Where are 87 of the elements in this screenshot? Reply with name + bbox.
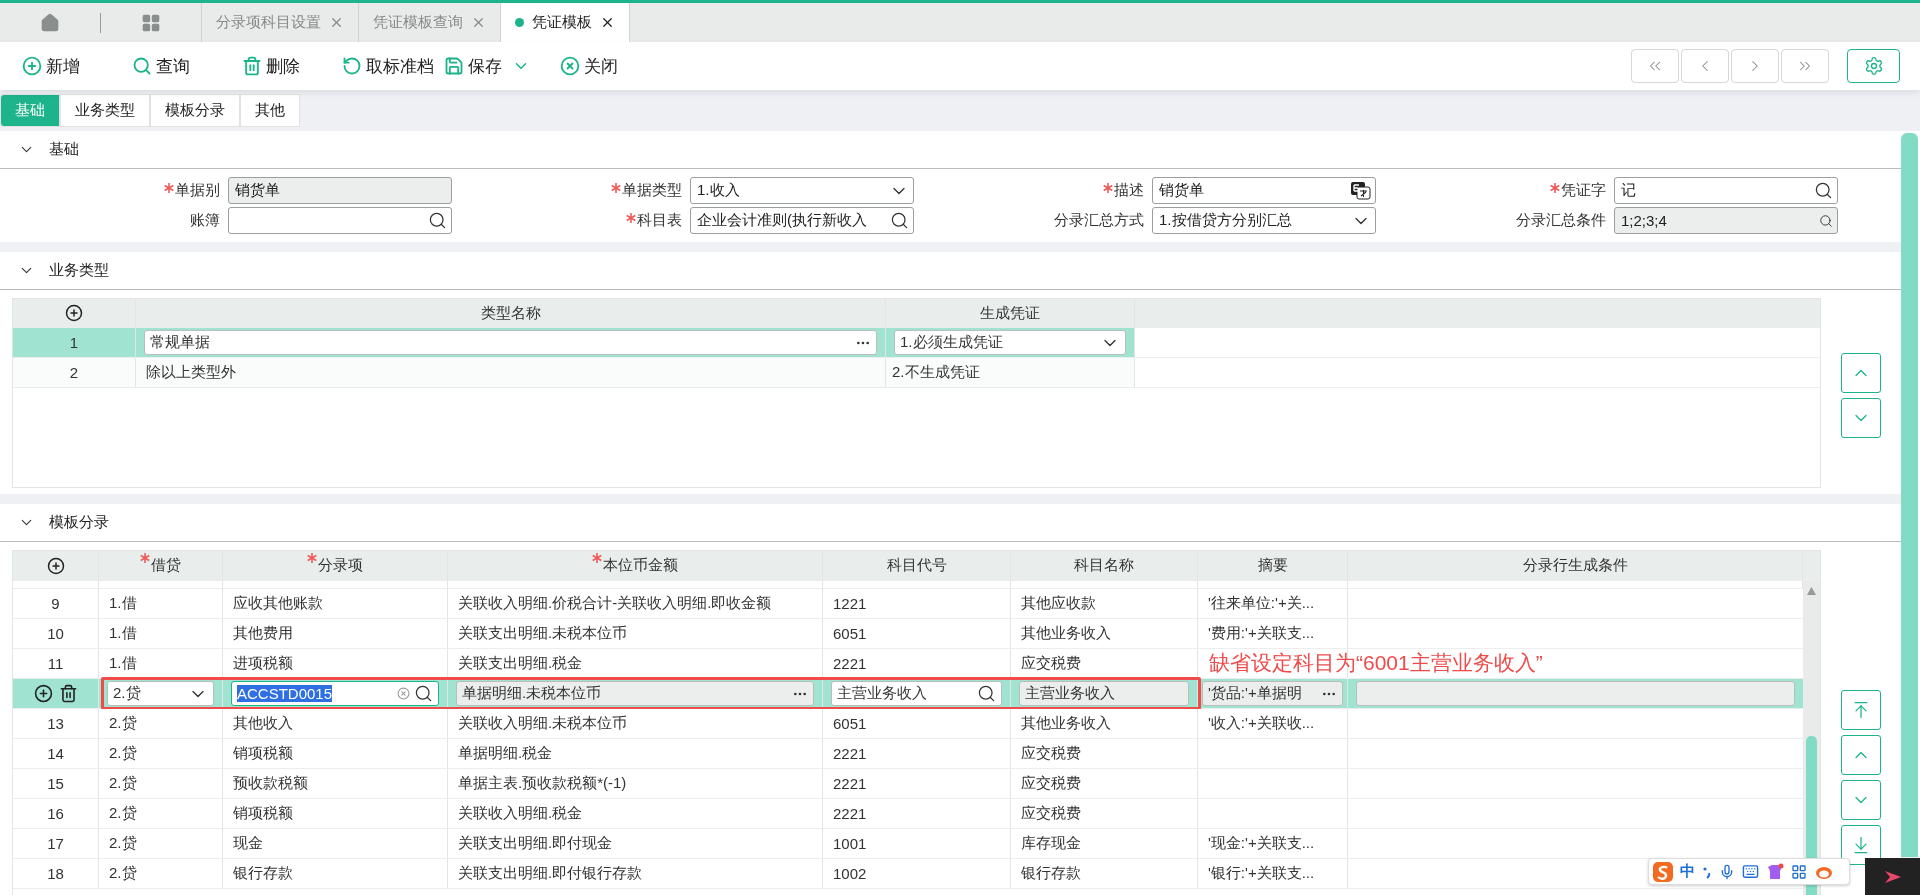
column-header: 生成凭证 (980, 303, 1040, 323)
table-cell: '现金:'+关联支... (1208, 834, 1315, 853)
table-cell: 1001 (833, 835, 867, 852)
table-cell: 1.借 (109, 624, 137, 643)
field-label: 账簿 (190, 211, 220, 230)
table-cell: 2.贷 (109, 744, 137, 763)
column-header: 借贷 (151, 556, 181, 575)
table-cell: 6051 (833, 715, 867, 732)
table-cell: 关联支出明细.未税本位币 (458, 624, 628, 643)
field-label: 描述 (1114, 181, 1144, 200)
table-cell: 其他收入 (233, 714, 293, 733)
table-cell: 1221 (833, 595, 867, 612)
table-cell: 库存现金 (1021, 834, 1081, 853)
row-number: 16 (47, 805, 64, 822)
table-cell: 银行存款 (1021, 864, 1081, 883)
field-label: 科目表 (637, 211, 682, 230)
row-number: 18 (47, 865, 64, 882)
section-title: 业务类型 (49, 261, 109, 280)
table-cell: 关联收入明细.价税合计-关联收入明细.即收金额 (458, 594, 772, 613)
table-cell: '往来单位:'+关... (1208, 594, 1315, 613)
table-cell: 销项税额 (233, 744, 293, 763)
table-cell: '收入:'+关联收... (1208, 714, 1315, 733)
column-header: 科目名称 (1074, 556, 1134, 575)
table-cell: 关联收入明细.税金 (458, 804, 583, 823)
table-cell: 除以上类型外 (146, 363, 236, 382)
row-number: 14 (47, 745, 64, 762)
table-cell: 2221 (833, 805, 867, 822)
column-header: 类型名称 (480, 303, 541, 323)
table-cell: 关联支出明细.即付银行存款 (458, 864, 643, 883)
column-header: 本位币金额 (603, 556, 678, 575)
table-cell: 单据明细.税金 (458, 744, 553, 763)
table-cell: 应交税费 (1021, 654, 1081, 673)
field-label: 单据类型 (622, 181, 682, 200)
column-header: 分录项 (318, 556, 363, 575)
field-label: 单据别 (175, 181, 220, 200)
table-cell: '费用:'+关联支... (1208, 624, 1315, 643)
table-cell: 现金 (233, 834, 263, 853)
table-cell: 2221 (833, 655, 867, 672)
row-number: 10 (47, 625, 64, 642)
table-cell: 2.贷 (109, 834, 137, 853)
table-cell: '银行:'+关联支... (1208, 864, 1315, 883)
field-label: 分录汇总方式 (1054, 211, 1144, 230)
column-header: 分录行生成条件 (1522, 556, 1628, 575)
selected-text: ACCSTD0015 (237, 685, 333, 702)
row-number: 2 (69, 364, 79, 381)
table-cell: 银行存款 (233, 864, 293, 883)
table-cell: 应收其他账款 (233, 594, 323, 613)
table-cell: 其他业务收入 (1021, 714, 1111, 733)
table-cell: 1.借 (109, 654, 137, 673)
table-cell: 关联收入明细.未税本位币 (458, 714, 628, 733)
table-cell: 预收款税额 (233, 774, 308, 793)
row-number: 9 (51, 595, 60, 612)
row-number: 1 (69, 334, 79, 351)
field-label: 分录汇总条件 (1516, 211, 1606, 230)
table-cell: 6051 (833, 625, 867, 642)
table-cell: 2221 (833, 745, 867, 762)
annotation-text: 缺省设定科目为“6001主营业务收入” (1209, 650, 1543, 676)
section-title: 模板分录 (49, 513, 109, 532)
row-number: 11 (47, 655, 64, 672)
table-cell: 1.借 (109, 594, 137, 613)
row-number: 13 (47, 715, 64, 732)
row-number: 15 (47, 775, 64, 792)
table-cell: 应交税费 (1021, 804, 1081, 823)
table-cell: 2.贷 (109, 774, 137, 793)
table-cell: 其他业务收入 (1021, 624, 1111, 643)
table-cell: 2.不生成凭证 (892, 363, 980, 382)
table-cell: 应交税费 (1021, 744, 1081, 763)
table-cell: 其他应收款 (1021, 594, 1096, 613)
section-title: 基础 (49, 140, 79, 159)
table-cell: 单据主表.预收款税额*(-1) (458, 774, 627, 793)
table-cell: 其他费用 (233, 624, 293, 643)
column-header: 科目代号 (886, 556, 947, 575)
table-cell: 关联支出明细.税金 (458, 654, 583, 673)
readonly-field: 主营业务收入 (1019, 681, 1189, 706)
table-cell: 2.贷 (109, 804, 137, 823)
table-cell: 销项税额 (233, 804, 293, 823)
column-header: 摘要 (1257, 556, 1288, 575)
ime-mode: 中 (1680, 862, 1695, 881)
table-cell: 2.贷 (109, 714, 137, 733)
table-cell: 2221 (833, 775, 867, 792)
table-cell: 2.贷 (109, 864, 137, 883)
table-cell: 关联支出明细.即付现金 (458, 834, 613, 853)
field-label: 凭证字 (1561, 181, 1606, 200)
row-number: 17 (47, 835, 64, 852)
table-cell: 1002 (833, 865, 867, 882)
table-cell: 进项税额 (233, 654, 293, 673)
table-cell: 应交税费 (1021, 774, 1081, 793)
